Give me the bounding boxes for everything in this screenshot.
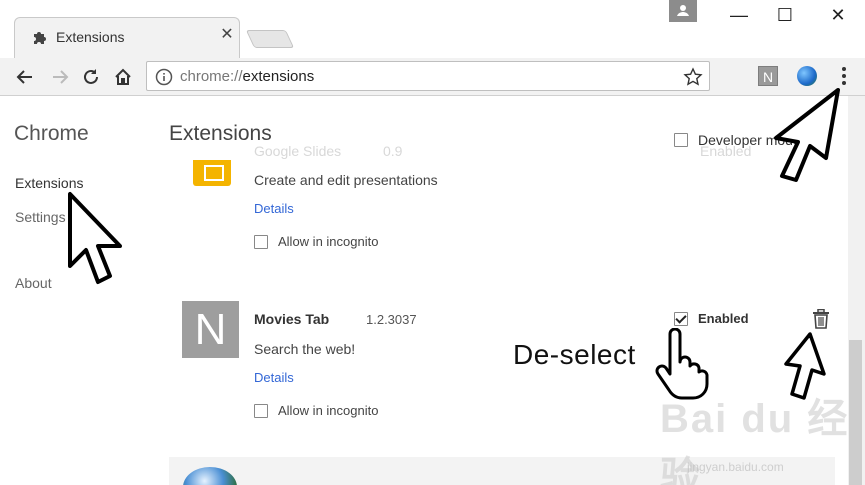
info-icon[interactable]	[155, 68, 173, 86]
close-window-button[interactable]: ✕	[823, 4, 853, 26]
movies-tab-extension-button[interactable]: N	[758, 66, 778, 86]
enabled-toggle[interactable]: Enabled	[674, 311, 749, 326]
arrow-cursor-icon	[774, 88, 840, 182]
maximize-button[interactable]: ☐	[770, 4, 800, 26]
extension-name-ghost: Google Slides	[254, 143, 342, 159]
sidebar-item-settings[interactable]: Settings	[15, 209, 66, 225]
tab-title: Extensions	[56, 29, 125, 45]
forward-button[interactable]	[47, 64, 73, 90]
watermark-url: jingyan.baidu.com	[687, 460, 784, 474]
allow-incognito-checkbox[interactable]	[254, 403, 268, 418]
chrome-menu-icon[interactable]	[838, 65, 850, 87]
tab-content: Extensions ✕	[14, 17, 240, 58]
globe-extension-icon[interactable]	[797, 66, 817, 86]
url-text: chrome://extensions	[180, 68, 315, 85]
new-tab-button[interactable]	[245, 30, 295, 48]
tab-close-icon[interactable]: ✕	[218, 26, 236, 44]
extension-version-ghost: 0.9	[383, 143, 403, 159]
google-slides-icon	[193, 160, 231, 186]
home-icon	[115, 68, 131, 85]
allow-incognito-toggle[interactable]: Allow in incognito	[254, 403, 378, 418]
sidebar-title: Chrome	[14, 122, 89, 145]
minimize-button[interactable]: —	[724, 4, 754, 26]
reload-button[interactable]	[78, 64, 104, 90]
bookmark-star-icon[interactable]	[683, 67, 703, 87]
person-icon	[677, 5, 689, 16]
extension-name: Movies Tab	[254, 311, 330, 327]
developer-mode-checkbox[interactable]	[674, 133, 688, 147]
arrow-right-icon	[53, 70, 69, 84]
profile-button[interactable]	[669, 0, 697, 22]
movies-tab-icon: N	[182, 301, 239, 358]
address-bar[interactable]: chrome://extensions	[146, 61, 710, 91]
details-link[interactable]: Details	[254, 370, 294, 385]
enabled-checkbox[interactable]	[674, 311, 688, 326]
sidebar-item-about[interactable]: About	[15, 275, 52, 291]
extension-description: Create and edit presentations	[254, 172, 438, 188]
details-link[interactable]: Details	[254, 201, 294, 216]
trash-icon[interactable]	[812, 309, 830, 329]
extension-version: 1.2.3037	[366, 312, 417, 327]
toolbar: chrome://extensions N	[0, 58, 865, 96]
puzzle-icon	[34, 32, 46, 44]
allow-incognito-label: Allow in incognito	[278, 234, 379, 249]
back-button[interactable]	[12, 64, 38, 90]
allow-incognito-toggle[interactable]: Allow in incognito	[254, 234, 378, 249]
allow-incognito-checkbox[interactable]	[254, 234, 268, 249]
enabled-label: Enabled	[698, 311, 749, 326]
allow-incognito-label: Allow in incognito	[278, 403, 379, 418]
reload-icon	[84, 69, 98, 84]
home-button[interactable]	[110, 64, 136, 90]
arrow-left-icon	[16, 70, 32, 84]
sidebar-item-extensions[interactable]: Extensions	[15, 175, 83, 191]
enabled-ghost: Enabled	[700, 143, 752, 159]
arrow-cursor-icon	[68, 192, 122, 284]
annotation-label: De-select	[513, 339, 636, 370]
extension-description: Search the web!	[254, 341, 356, 357]
